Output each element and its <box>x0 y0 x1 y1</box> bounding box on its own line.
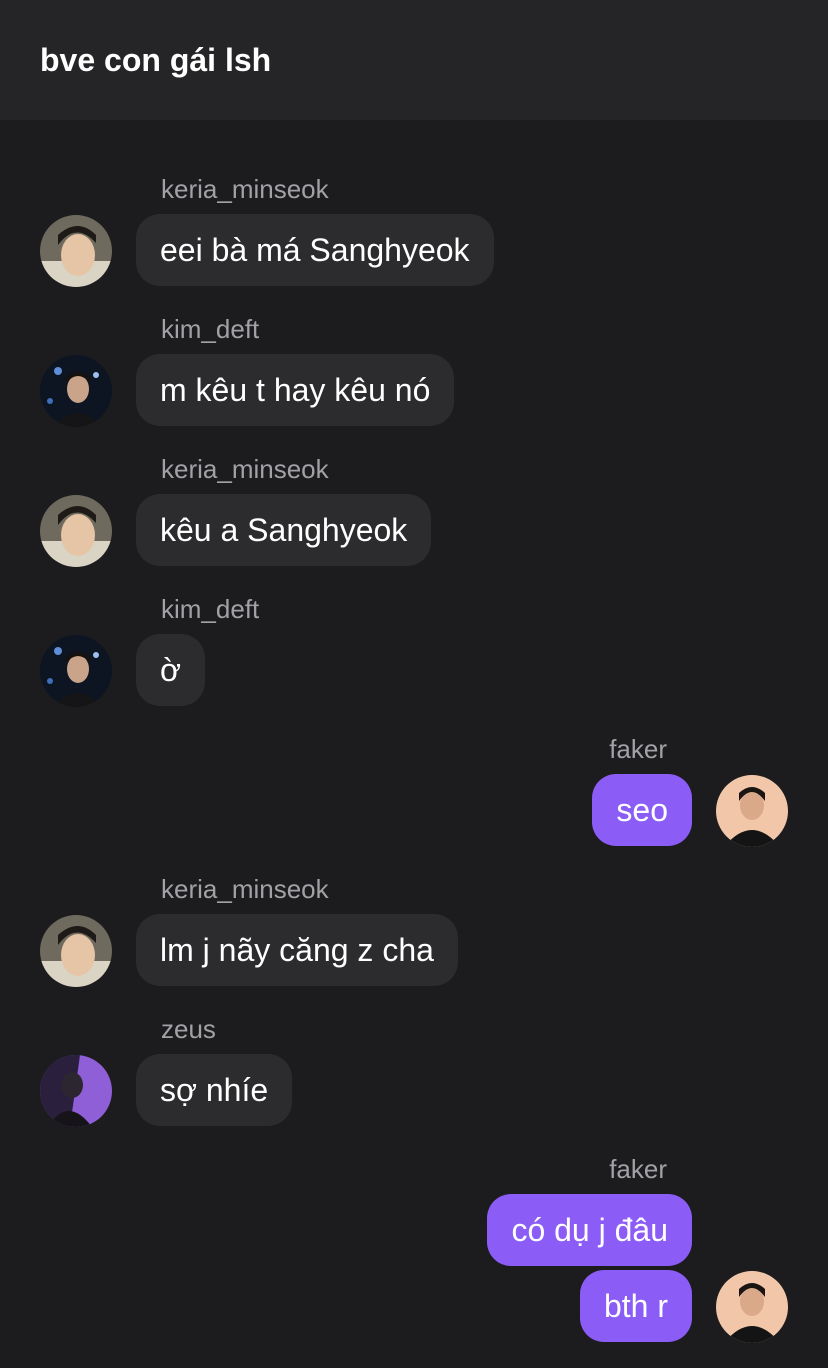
message-bubble-incoming[interactable]: lm j nãy căng z cha <box>136 914 458 986</box>
avatar-kim-deft[interactable] <box>40 355 112 427</box>
chat-header: bve con gái lsh <box>0 0 828 120</box>
message-bubble-incoming[interactable]: ờ <box>136 634 205 706</box>
sender-name: faker <box>609 734 667 764</box>
message-bubble-incoming[interactable]: sợ nhíe <box>136 1054 293 1126</box>
message-bubble-outgoing[interactable]: seo <box>592 774 692 846</box>
sender-name: keria_minseok <box>161 454 329 484</box>
avatar-keria-minseok[interactable] <box>40 215 112 287</box>
sender-name: kim_deft <box>161 594 260 624</box>
avatar-faker[interactable] <box>716 775 788 847</box>
sender-name: keria_minseok <box>161 174 329 204</box>
message-bubble-outgoing[interactable]: có dụ j đâu <box>487 1194 692 1266</box>
message-bubble-incoming[interactable]: kêu a Sanghyeok <box>136 494 432 566</box>
avatar-faker[interactable] <box>716 1271 788 1343</box>
message-bubble-incoming[interactable]: m kêu t hay kêu nó <box>136 354 455 426</box>
sender-name: kim_deft <box>161 314 260 344</box>
avatar-zeus[interactable] <box>40 1055 112 1127</box>
message-bubble-incoming[interactable]: eei bà má Sanghyeok <box>136 214 494 286</box>
sender-name: keria_minseok <box>161 874 329 904</box>
avatar-kim-deft[interactable] <box>40 635 112 707</box>
message-bubble-outgoing[interactable]: bth r <box>579 1270 692 1342</box>
sender-name: zeus <box>161 1014 216 1044</box>
avatar-keria-minseok[interactable] <box>40 915 112 987</box>
chat-title: bve con gái lsh <box>40 42 272 78</box>
sender-name: faker <box>609 1154 667 1184</box>
avatar-keria-minseok[interactable] <box>40 495 112 567</box>
